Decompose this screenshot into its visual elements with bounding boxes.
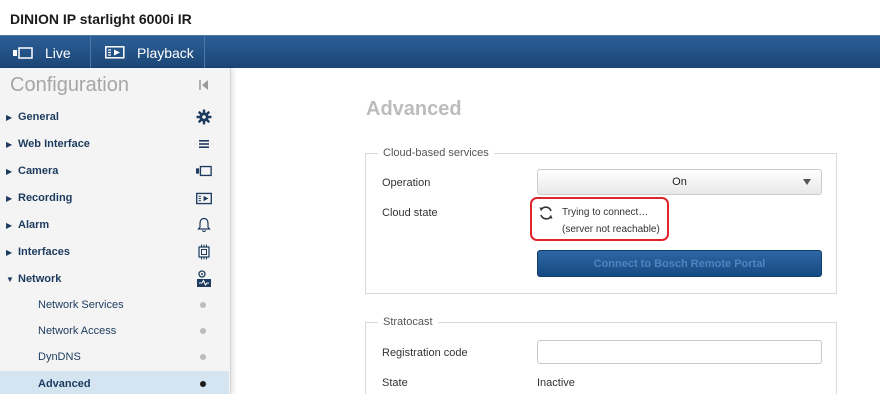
sidebar-subitem-label: Network Services <box>38 299 124 311</box>
sidebar-subitem-network-access[interactable]: Network Access <box>0 318 229 344</box>
sidebar-item-camera[interactable]: ▶ Camera <box>0 158 231 184</box>
sidebar-item-recording[interactable]: ▶ Recording <box>0 185 231 211</box>
operation-select[interactable]: On <box>537 169 822 195</box>
sidebar-subitem-dyndns[interactable]: DynDNS <box>0 344 229 370</box>
expand-arrow-icon: ▶ <box>6 193 13 203</box>
sidebar-item-web-interface[interactable]: ▶ Web Interface <box>0 131 231 157</box>
sidebar-item-label: General <box>18 111 59 123</box>
sidebar-item-general[interactable]: ▶ General <box>0 104 231 130</box>
operation-label: Operation <box>382 177 431 189</box>
sidebar-subitem-advanced[interactable]: Advanced <box>0 371 229 394</box>
sidebar-item-label: Alarm <box>18 219 50 231</box>
expand-arrow-icon: ▶ <box>6 220 13 230</box>
stratocast-legend: Stratocast <box>378 316 438 328</box>
sidebar-subitem-label: Network Access <box>38 325 117 337</box>
sidebar-subitem-network-services[interactable]: Network Services <box>0 292 229 318</box>
network-icon <box>196 270 212 287</box>
playback-tab[interactable]: Playback <box>90 36 205 69</box>
connect-remote-portal-button[interactable]: Connect to Bosch Remote Portal <box>537 250 822 277</box>
expand-arrow-icon: ▶ <box>6 247 13 257</box>
sidebar-subitem-label: Advanced <box>38 378 91 390</box>
sidebar-item-label: Recording <box>18 192 73 204</box>
device-title: DINION IP starlight 6000i IR <box>10 11 192 27</box>
sidebar-title: Configuration <box>10 74 129 96</box>
expand-arrow-icon: ▶ <box>6 166 13 176</box>
status-dot <box>200 302 206 308</box>
live-camera-icon <box>13 46 33 59</box>
live-label: Live <box>45 44 71 61</box>
registration-code-label: Registration code <box>382 347 468 359</box>
operation-value: On <box>672 176 687 188</box>
sidebar-item-label: Camera <box>18 165 59 177</box>
cloud-state-label: Cloud state <box>382 207 438 219</box>
expand-arrow-icon: ▶ <box>6 139 13 149</box>
cloud-state-status: Trying to connect… <box>562 207 649 218</box>
recording-icon <box>196 190 212 206</box>
registration-code-input[interactable] <box>537 340 822 364</box>
camera-icon <box>196 163 212 179</box>
sidebar-item-label: Interfaces <box>18 246 70 258</box>
expand-arrow-icon: ▶ <box>6 112 13 122</box>
refresh-icon <box>538 205 554 221</box>
page-title: Advanced <box>366 98 462 120</box>
live-tab[interactable]: Live <box>0 36 90 69</box>
sidebar-item-alarm[interactable]: ▶ Alarm <box>0 212 231 238</box>
menu-icon <box>196 136 212 152</box>
state-label: State <box>382 377 408 389</box>
sidebar-subitem-label: DynDNS <box>38 351 81 363</box>
cloud-services-legend: Cloud-based services <box>378 147 494 159</box>
playback-label: Playback <box>137 44 194 61</box>
gear-icon <box>196 109 212 125</box>
cloud-state-detail: (server not reachable) <box>562 224 660 235</box>
interfaces-icon <box>196 244 212 260</box>
status-dot <box>200 328 206 334</box>
active-status-dot <box>200 381 206 387</box>
sidebar-item-interfaces[interactable]: ▶ Interfaces <box>0 239 231 265</box>
sidebar-item-label: Network <box>18 273 62 285</box>
playback-icon <box>105 46 125 59</box>
config-sidebar: Configuration ▶ General ▶ Web Interface … <box>0 68 231 394</box>
sidebar-item-label: Web Interface <box>18 138 90 150</box>
collapse-sidebar-icon[interactable] <box>198 78 210 92</box>
collapse-arrow-icon: ▼ <box>6 274 14 284</box>
bell-icon <box>196 217 212 233</box>
status-dot <box>200 354 206 360</box>
state-value: Inactive <box>537 377 575 389</box>
sidebar-item-network[interactable]: ▼ Network <box>0 266 231 292</box>
chevron-down-icon <box>803 179 811 185</box>
top-navbar: Live Playback <box>0 35 880 69</box>
